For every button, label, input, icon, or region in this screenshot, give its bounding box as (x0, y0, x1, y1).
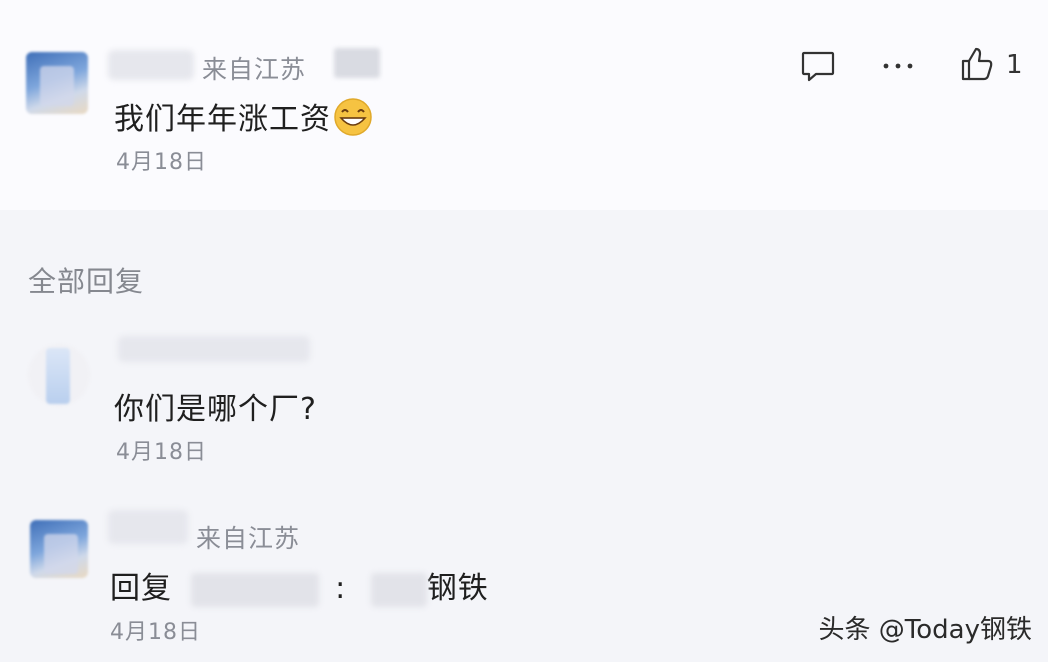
main-comment-card: 来自江苏 我们年年涨工资 4月18日 1 (0, 0, 1048, 210)
factory-name-blurred (370, 572, 427, 607)
reply-text-suffix: 钢铁 (426, 571, 489, 606)
avatar[interactable] (26, 52, 88, 114)
reply-text: 你们是哪个厂? (114, 392, 317, 427)
reply-prefix: 回复 (110, 571, 172, 606)
reply-date: 4月18日 (116, 440, 207, 465)
reply-date: 4月18日 (110, 620, 201, 645)
username-blurred[interactable] (108, 510, 188, 544)
like-count: 1 (1006, 50, 1023, 80)
comment-date: 4月18日 (116, 150, 207, 175)
grinning-face-emoji-icon (334, 98, 372, 136)
replies-header: 全部回复 (28, 265, 145, 298)
comment-text-label: 我们年年涨工资 (114, 102, 331, 137)
avatar[interactable] (28, 344, 90, 406)
username-blurred[interactable] (118, 336, 310, 362)
region-label: 来自江苏 (196, 524, 301, 553)
badge-blurred (334, 48, 380, 78)
avatar[interactable] (30, 520, 88, 578)
comment-bubble-icon[interactable] (800, 48, 836, 84)
comment-text: 我们年年涨工资 (114, 94, 373, 138)
reply-colon: : (335, 571, 347, 606)
watermark: 头条 @Today钢铁 (818, 615, 1032, 645)
username-blurred[interactable] (108, 50, 194, 80)
mentioned-user-blurred[interactable] (190, 572, 319, 607)
reply-text: 回复 : 钢铁 (110, 563, 489, 607)
region-label: 来自江苏 (202, 55, 307, 84)
more-dots-icon[interactable] (880, 58, 916, 74)
thumbs-up-icon[interactable] (960, 46, 994, 82)
